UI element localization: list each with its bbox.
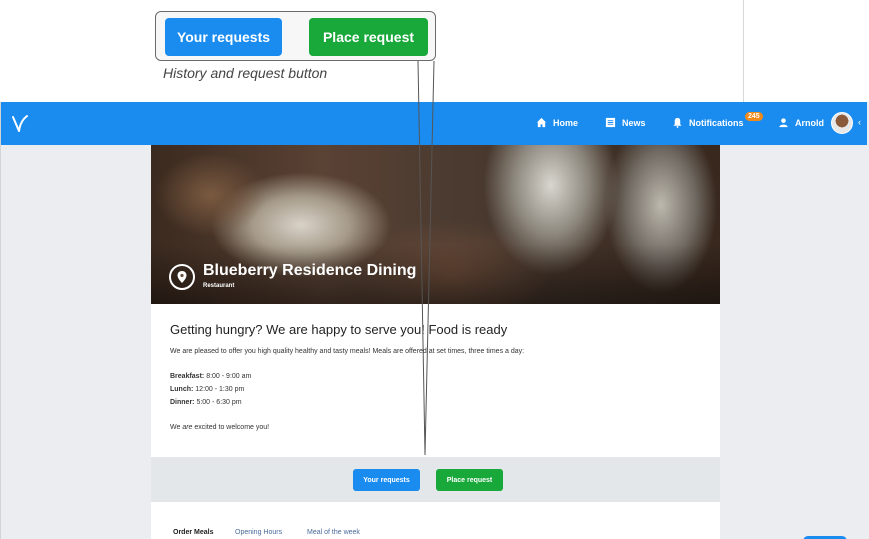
tab-bar: Order Meals Opening Hours Meal of the we…	[151, 502, 720, 539]
callout-zoom-box: Your requests Place request	[155, 11, 436, 61]
action-strip: Your requests Place request	[151, 457, 720, 502]
nav-user-label: Arnold	[795, 117, 824, 128]
meal-lunch-name: Lunch:	[170, 386, 194, 393]
location-pin-icon	[169, 264, 195, 290]
chevron-left-icon[interactable]: ‹	[858, 117, 861, 127]
hero-banner: Blueberry Residence Dining Restaurant	[151, 145, 720, 304]
card-heading: Getting hungry? We are happy to serve yo…	[170, 322, 508, 337]
callout-your-requests-button[interactable]: Your requests	[165, 18, 282, 56]
meal-dinner: Dinner: 5:00 - 6:30 pm	[170, 399, 242, 406]
info-card: Getting hungry? We are happy to serve yo…	[151, 304, 720, 457]
tab-meal-of-the-week[interactable]: Meal of the week	[307, 529, 360, 536]
app-logo-icon[interactable]	[11, 113, 29, 135]
avatar[interactable]	[831, 112, 853, 134]
place-request-button[interactable]: Place request	[436, 469, 503, 491]
callout-place-request-button[interactable]: Place request	[309, 18, 428, 56]
nav-user[interactable]: Arnold	[778, 117, 824, 128]
top-navbar: Home News Notifications Arnold	[1, 102, 867, 145]
meal-dinner-name: Dinner:	[170, 399, 195, 406]
nav-news-label: News	[622, 117, 646, 128]
your-requests-button[interactable]: Your requests	[353, 469, 420, 491]
card-intro: We are pleased to offer you high quality…	[170, 348, 525, 355]
nav-notifications[interactable]: Notifications	[672, 117, 744, 128]
hero-subtitle: Restaurant	[203, 283, 235, 289]
callout-caption: History and request button	[163, 65, 328, 81]
meal-breakfast: Breakfast: 8:00 - 9:00 am	[170, 373, 251, 380]
nav-news[interactable]: News	[605, 117, 646, 128]
nav-home[interactable]: Home	[536, 117, 578, 128]
home-icon	[536, 117, 547, 128]
tab-order-meals[interactable]: Order Meals	[173, 529, 213, 536]
outro-emphasis: are	[182, 424, 193, 431]
divider	[743, 0, 744, 102]
nav-home-label: Home	[553, 117, 579, 128]
card-outro: We are excited to welcome you!	[170, 424, 269, 431]
meal-lunch-time: 12:00 - 1:30 pm	[195, 386, 245, 393]
notifications-count-badge: 245	[745, 112, 763, 121]
tab-opening-hours[interactable]: Opening Hours	[235, 529, 282, 536]
meal-breakfast-time: 8:00 - 9:00 am	[206, 373, 252, 380]
outro-pre: We	[170, 424, 183, 431]
meal-lunch: Lunch: 12:00 - 1:30 pm	[170, 386, 244, 393]
outro-post: excited to welcome you!	[192, 424, 270, 431]
hero-title: Blueberry Residence Dining	[203, 262, 417, 279]
bell-icon	[673, 117, 682, 128]
nav-notifications-label: Notifications	[689, 117, 744, 128]
user-icon	[779, 118, 788, 128]
news-icon	[605, 117, 616, 128]
meal-breakfast-name: Breakfast:	[170, 373, 205, 380]
meal-dinner-time: 5:00 - 6:30 pm	[196, 399, 242, 406]
